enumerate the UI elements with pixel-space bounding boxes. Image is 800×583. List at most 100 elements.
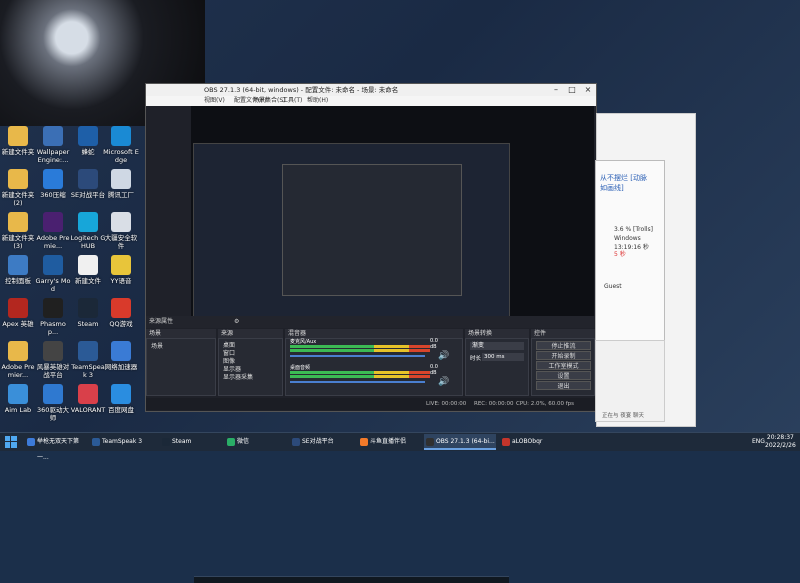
app-icon	[92, 438, 100, 446]
taskbar-item[interactable]: 微信	[225, 434, 285, 450]
mixer-panel: 麦克风/Aux 0.0 dB 🔊 桌面音频 0.0 dB 🔊	[285, 338, 463, 396]
transitions-panel: 渐变 时长 300 ms	[465, 338, 529, 396]
desktop-icon[interactable]: Apex 英雄	[0, 298, 36, 328]
desktop-icon[interactable]: 新建文件	[70, 255, 106, 285]
app-icon	[227, 438, 235, 446]
app-icon	[8, 212, 28, 232]
close-button[interactable]: ×	[580, 84, 596, 96]
maximize-button[interactable]: □	[564, 84, 580, 96]
settings-button[interactable]: 设置	[536, 371, 591, 380]
transition-select[interactable]: 渐变	[470, 342, 524, 350]
volume-slider[interactable]	[290, 355, 425, 357]
start-record-button[interactable]: 开始录制	[536, 351, 591, 360]
studio-mode-button[interactable]: 工作室模式	[536, 361, 591, 370]
desktop-icon[interactable]: 大疆安全软件	[103, 212, 139, 250]
desktop-icon[interactable]: Microsoft Edge	[103, 126, 139, 164]
speaker-icon[interactable]: 🔊	[438, 351, 449, 361]
menu-item[interactable]: 帮助(H)	[307, 96, 328, 106]
desktop-icon[interactable]: TeamSpeak 3	[70, 341, 106, 379]
obs-menubar: 视图(V) 配置文件(P) 场景集合(S) 工具(T) 帮助(H)	[146, 96, 596, 106]
menu-item[interactable]: 工具(T)	[282, 96, 302, 106]
speaker-icon[interactable]: 🔊	[438, 377, 449, 387]
desktop-icon[interactable]: 风暴英雄对战平台	[35, 341, 71, 379]
scenes-panel: 场景	[146, 338, 216, 396]
language-indicator[interactable]: ENG	[752, 438, 765, 445]
app-icon	[292, 438, 300, 446]
menu-item[interactable]: 场景集合(S)	[253, 96, 286, 106]
scenes-header: 场景	[146, 329, 216, 338]
desktop-icon[interactable]: Wallpaper Engine:...	[35, 126, 71, 164]
desktop-icon[interactable]: YY语音	[103, 255, 139, 285]
desktop-icon[interactable]: Aim Lab	[0, 384, 36, 414]
source-item[interactable]: 显示器采集	[223, 372, 253, 381]
windows-start-icon[interactable]	[5, 436, 17, 448]
desktop-icon-label: Microsoft Edge	[103, 148, 139, 164]
desktop-icon[interactable]: 蜂蛇	[70, 126, 106, 156]
exit-button[interactable]: 退出	[536, 381, 591, 390]
desktop-icon[interactable]: 360压缩	[35, 169, 71, 199]
desktop-icon[interactable]: QQ游戏	[103, 298, 139, 328]
gear-icon[interactable]: ⚙	[234, 316, 239, 328]
app-icon	[111, 384, 131, 404]
desktop-icon-label: 360驱动大师	[37, 406, 69, 422]
desktop-icon[interactable]: Steam	[70, 298, 106, 328]
obs-title: OBS 27.1.3 (64-bit, windows) - 配置文件: 未命名…	[204, 86, 399, 94]
taskbar-item[interactable]: OBS 27.1.3 (64-bi...	[424, 434, 496, 450]
desktop-icon-label: VALORANT	[70, 406, 106, 414]
desktop-icon-label: 新建文件夹 (2)	[1, 191, 35, 207]
mixer-row: 麦克风/Aux 0.0 dB 🔊	[290, 338, 449, 361]
minimize-button[interactable]: –	[548, 84, 564, 96]
taskbar-item[interactable]: Steam	[160, 434, 220, 450]
desktop-icon[interactable]: Phasmop...	[35, 298, 71, 336]
desktop-icon[interactable]: 控制面板	[0, 255, 36, 285]
obs-preview[interactable]	[191, 106, 594, 583]
desktop-icon-label: 360压缩	[40, 191, 66, 199]
app-icon	[360, 438, 368, 446]
desktop-icon[interactable]: 百度网盘	[103, 384, 139, 414]
taskbar-item[interactable]: 斗鱼直播伴侣	[358, 434, 420, 450]
taskbar-item[interactable]: 举枪无双天下第一...	[25, 434, 85, 461]
app-icon	[78, 126, 98, 146]
desktop-icon-label: 新建文件夹 (3)	[1, 234, 35, 250]
app-icon	[8, 384, 28, 404]
taskbar-item[interactable]: aLOBObqr	[500, 434, 560, 450]
desktop-icon[interactable]: VALORANT	[70, 384, 106, 414]
app-icon	[111, 212, 131, 232]
clock[interactable]: 20:28:37 2022/2/26	[765, 434, 796, 450]
desktop-icon[interactable]: Logitech G HUB	[70, 212, 106, 250]
volume-meter	[290, 345, 430, 348]
menu-item[interactable]: 视图(V)	[204, 96, 225, 106]
desktop-icon-label: Aim Lab	[4, 406, 32, 414]
desktop-icon[interactable]: 腾讯工厂	[103, 169, 139, 199]
desktop-icon[interactable]: 新建文件夹 (3)	[0, 212, 36, 250]
nested-preview	[193, 143, 510, 583]
desktop-icon[interactable]: Adobe Premier...	[0, 341, 36, 379]
chat-window: 从不摆烂 [动脉 如画线] 3.6 % [Trolls] Windows 13:…	[595, 160, 665, 342]
scene-item[interactable]: 场景	[151, 341, 163, 350]
desktop-icon-label: 控制面板	[5, 277, 31, 285]
chat-row: 5 秒	[614, 251, 626, 258]
mixer-label: 麦克风/Aux	[290, 339, 317, 345]
desktop-icon[interactable]: SE对战平台	[70, 169, 106, 199]
desktop-icon[interactable]: 360驱动大师	[35, 384, 71, 422]
desktop-icon[interactable]: 新建文件夹	[0, 126, 36, 156]
duration-input[interactable]: 300 ms	[482, 353, 524, 361]
desktop-icon-label: 新建文件夹	[1, 148, 35, 156]
desktop-icon[interactable]: 网络加速器	[103, 341, 139, 371]
sources-header: 来源	[218, 329, 283, 338]
desktop-icon[interactable]: 新建文件夹 (2)	[0, 169, 36, 207]
app-icon	[8, 169, 28, 189]
app-icon	[8, 341, 28, 361]
desktop-icon-label: 百度网盘	[108, 406, 134, 414]
desktop-icon[interactable]: Garry's Mod	[35, 255, 71, 293]
obs-window: OBS 27.1.3 (64-bit, windows) - 配置文件: 未命名…	[145, 83, 597, 583]
volume-slider[interactable]	[290, 381, 425, 383]
desktop-icon[interactable]: Adobe Premie...	[35, 212, 71, 250]
rec-status: REC: 00:00:00	[474, 401, 514, 407]
mixer-label: 桌面音频	[290, 365, 311, 371]
stop-stream-button[interactable]: 停止推流	[536, 341, 591, 350]
taskbar-item[interactable]: TeamSpeak 3	[90, 434, 155, 450]
taskbar-item[interactable]: SE对战平台	[290, 434, 355, 450]
transitions-header: 场景转换	[465, 329, 529, 338]
desktop-icon-label: TeamSpeak 3	[71, 363, 105, 379]
